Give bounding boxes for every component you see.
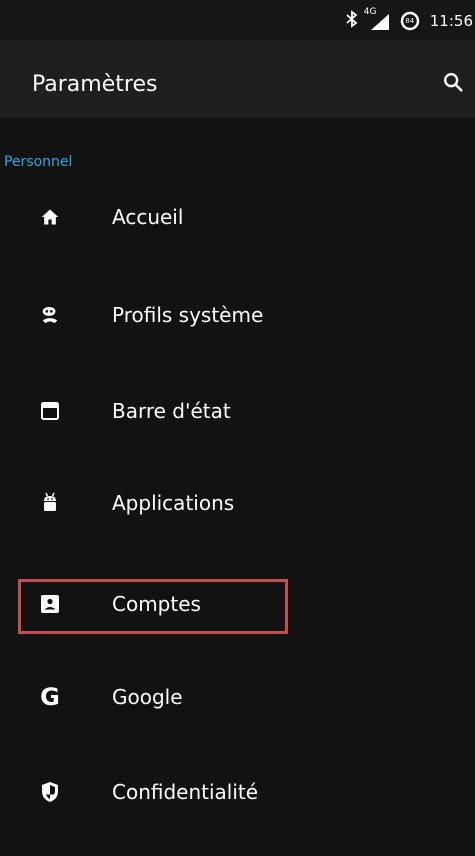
home-icon — [38, 205, 62, 229]
network-type-label: 4G — [363, 7, 377, 17]
status-bar: 4G 84 11:56 — [0, 0, 475, 40]
shield-icon — [38, 780, 62, 804]
settings-item-label: Profils système — [112, 303, 264, 327]
signal-icon: 4G — [364, 7, 390, 31]
status-icons: 4G 84 11:56 — [346, 7, 475, 32]
profiles-icon — [38, 303, 62, 327]
highlight-box — [18, 579, 288, 634]
settings-item-confidentialite[interactable]: Confidentialité — [0, 757, 475, 827]
section-header: Personnel — [4, 154, 73, 170]
settings-item-label: Barre d'état — [112, 399, 231, 423]
search-button[interactable] — [437, 66, 469, 98]
clock: 11:56 — [429, 12, 473, 30]
bluetooth-icon — [346, 10, 358, 32]
settings-item-accueil[interactable]: Accueil — [0, 182, 475, 252]
android-icon — [38, 491, 62, 515]
google-icon: G — [40, 683, 60, 711]
settings-item-applications[interactable]: Applications — [0, 468, 475, 538]
battery-icon: 84 — [400, 11, 420, 31]
page-title: Paramètres — [32, 72, 158, 97]
settings-item-label: Accueil — [112, 205, 184, 229]
settings-item-label: Applications — [112, 491, 235, 515]
settings-item-label: Google — [112, 685, 183, 709]
settings-item-label: Confidentialité — [112, 780, 259, 804]
app-bar: Paramètres — [0, 40, 475, 118]
settings-item-profils-systeme[interactable]: Profils système — [0, 280, 475, 350]
battery-level: 84 — [405, 17, 415, 25]
settings-item-google[interactable]: G Google — [0, 662, 475, 732]
settings-item-barre-etat[interactable]: Barre d'état — [0, 376, 475, 446]
status-bar-icon — [38, 399, 62, 423]
search-icon — [444, 73, 463, 92]
